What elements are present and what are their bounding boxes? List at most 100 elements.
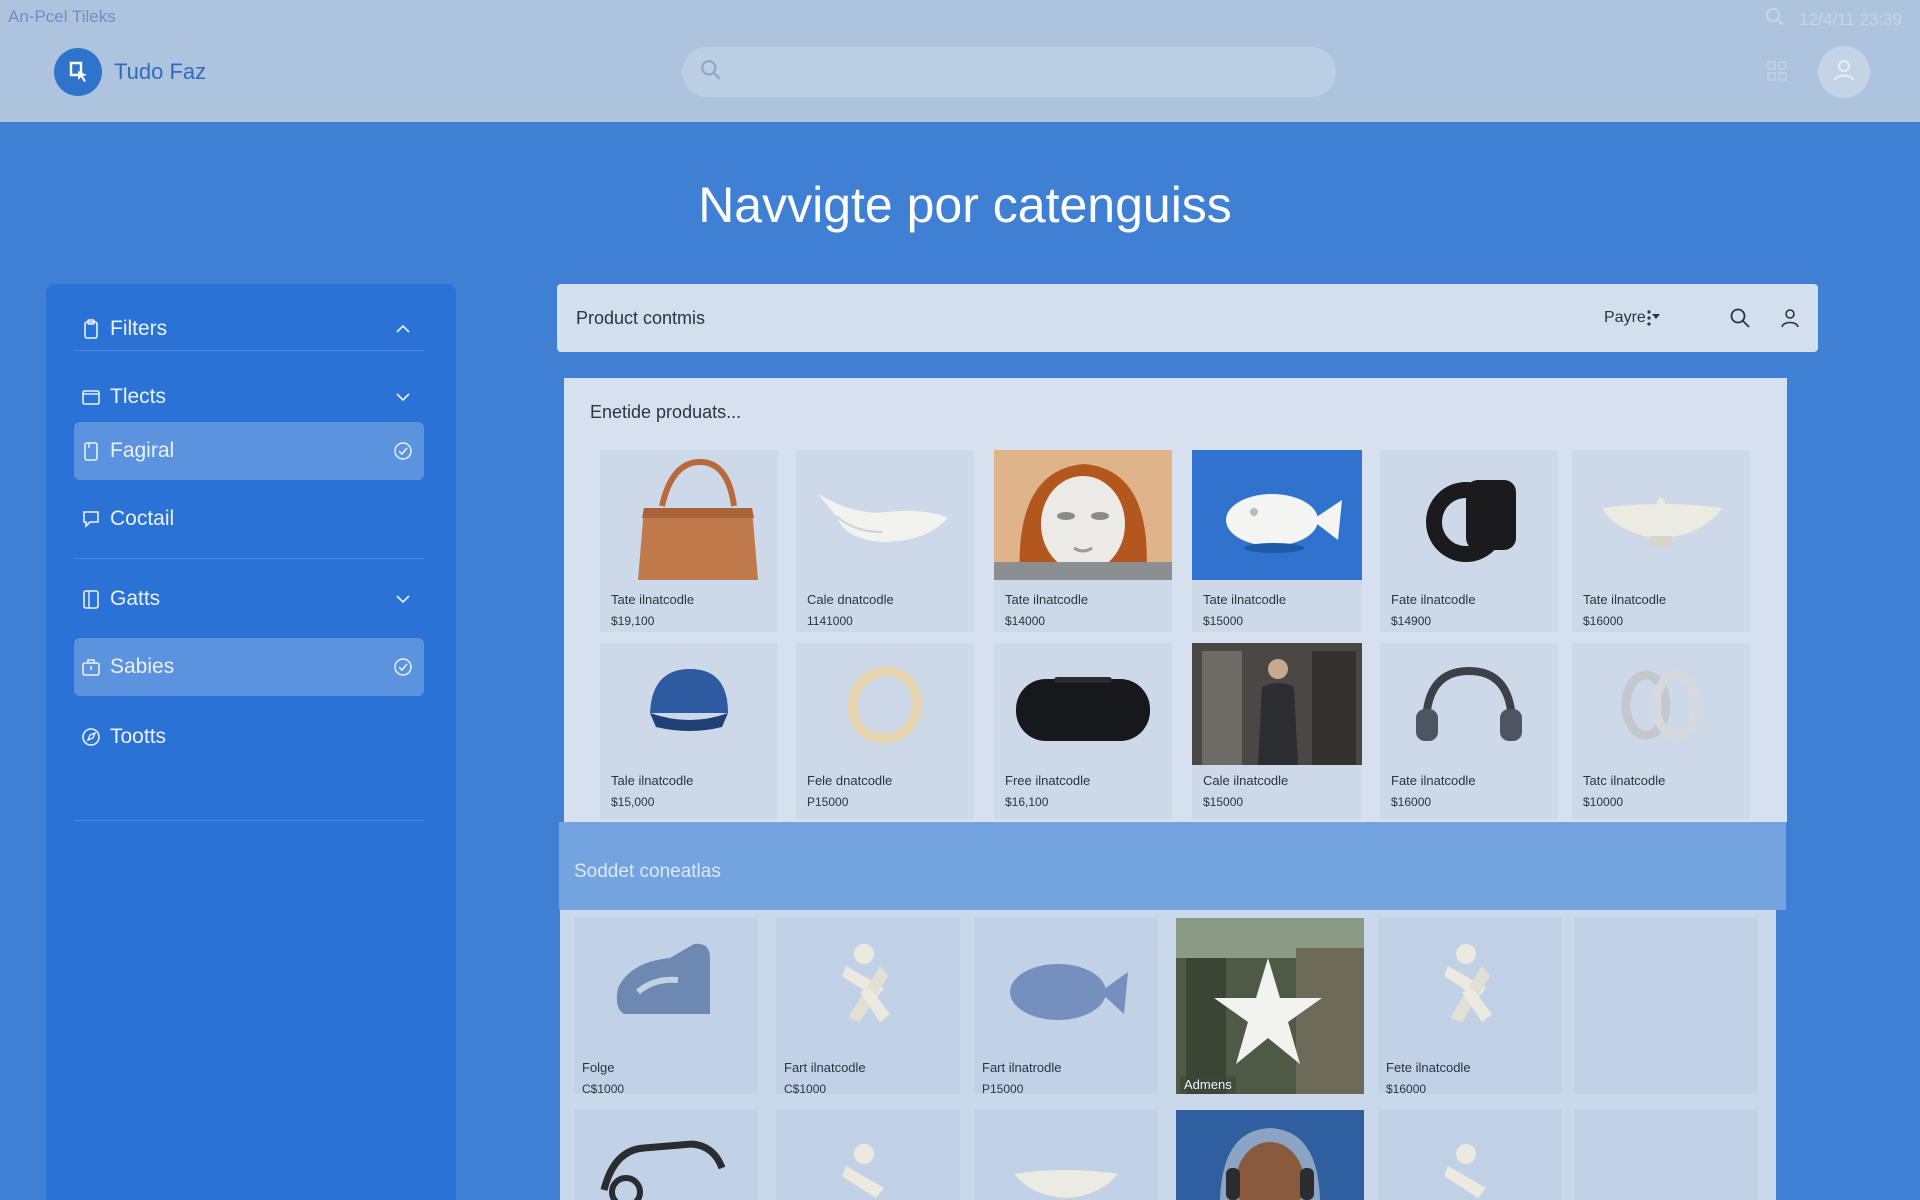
product-image-mask-face	[994, 450, 1172, 580]
sidebar-item-tlects[interactable]: Tlects	[74, 368, 424, 426]
sidebar-item-coctail[interactable]: Coctail	[74, 490, 424, 548]
chevron-down-icon[interactable]	[392, 386, 414, 408]
product-card-empty[interactable]	[1574, 1110, 1758, 1200]
sidebar-item-sabies[interactable]: Sabies	[74, 638, 424, 696]
product-image-person-photo	[1192, 643, 1362, 765]
product-name: Fete ilnatcodle	[1386, 1060, 1471, 1075]
check-circle-icon	[392, 656, 414, 678]
user-icon[interactable]	[1779, 307, 1801, 329]
divider	[74, 350, 424, 351]
global-search[interactable]	[682, 47, 1336, 97]
product-card[interactable]: Admens	[1176, 918, 1364, 1094]
image-overlay-label: Admens	[1180, 1076, 1236, 1093]
sidebar-item-label: Tlects	[110, 385, 167, 408]
sidebar-item-label: Fagiral	[110, 439, 175, 462]
avatar[interactable]	[1818, 46, 1870, 98]
product-image-speaker	[1016, 677, 1150, 741]
product-card[interactable]: Tate ilnatcodle $19,100	[600, 450, 778, 632]
book-icon	[80, 588, 102, 610]
clipboard-icon	[80, 318, 102, 340]
product-card[interactable]: Tatc ilnatcodle $10000	[1572, 643, 1750, 819]
sidebar-item-gatts[interactable]: Gatts	[74, 570, 424, 628]
product-price: $16000	[1583, 614, 1624, 628]
divider	[74, 558, 424, 559]
page-title: Navvigte por catenguiss	[698, 177, 1232, 233]
compass-icon	[80, 726, 102, 748]
product-name: Fele dnatcodle	[807, 773, 893, 788]
product-image-portrait-headphones	[1176, 1110, 1364, 1200]
more-vertical-icon[interactable]	[1638, 307, 1660, 329]
product-card[interactable]	[574, 1110, 758, 1200]
similar-panel: Folge C$1000 Fart ilnatcodle C$1000 Fart…	[560, 910, 1776, 1200]
product-price: $14900	[1391, 614, 1432, 628]
search-input[interactable]	[722, 47, 1336, 97]
user-icon	[1831, 57, 1857, 88]
product-price: $16000	[1386, 1082, 1427, 1096]
product-image-black-camera-strap	[1426, 480, 1516, 562]
product-price: C$1000	[582, 1082, 625, 1096]
product-image-gravy-boat	[818, 494, 948, 542]
search-icon[interactable]	[1765, 7, 1785, 32]
product-name: Fate ilnatcodle	[1391, 773, 1476, 788]
product-card[interactable]: Tate ilnatcodle $15000	[1192, 450, 1362, 632]
sidebar-item-label: Filters	[110, 317, 168, 340]
product-image-white-figure	[1444, 944, 1492, 1022]
system-status: 12/4/11 23:39	[1765, 7, 1902, 32]
product-card[interactable]: Fate ilnatcodle $16000	[1380, 643, 1558, 819]
product-price: P15000	[982, 1082, 1024, 1096]
product-card[interactable]: Fele dnatcodle P15000	[796, 643, 974, 819]
product-name: Tate ilnatcodle	[1005, 592, 1089, 607]
product-card[interactable]: Tate ilnatcodle $14000	[994, 450, 1172, 632]
chat-icon	[80, 508, 102, 530]
sidebar-item-label: Gatts	[110, 587, 161, 610]
product-price: C$1000	[784, 1082, 827, 1096]
product-card[interactable]: Tale ilnatcodle $15,000	[600, 643, 778, 819]
product-card[interactable]: Folge C$1000	[574, 918, 758, 1096]
product-card[interactable]: Cale ilnatcodle $15000	[1192, 643, 1362, 819]
product-card[interactable]	[974, 1110, 1158, 1200]
chevron-up-icon[interactable]	[392, 318, 414, 340]
check-circle-icon	[392, 440, 414, 462]
product-card-empty[interactable]	[1574, 918, 1758, 1094]
product-image-blue-fish	[1010, 964, 1128, 1020]
product-card[interactable]	[776, 1110, 960, 1200]
product-image-white-dish	[1014, 1170, 1118, 1198]
sidebar: Filters Tlects Fagiral Coctail Gatts Sab…	[46, 284, 456, 1200]
grid-icon[interactable]	[1766, 60, 1788, 87]
product-card[interactable]	[1176, 1110, 1364, 1200]
folder-icon	[80, 386, 102, 408]
document-icon	[80, 440, 102, 462]
product-card[interactable]	[1378, 1110, 1562, 1200]
system-clock: 12/4/11 23:39	[1799, 9, 1902, 29]
brand[interactable]: Tudo Faz	[54, 48, 206, 96]
sidebar-item-label: Tootts	[110, 725, 167, 748]
briefcase-icon	[80, 656, 102, 678]
product-price: P15000	[807, 795, 849, 809]
product-name: Tale ilnatcodle	[611, 773, 694, 788]
product-image-white-figure	[842, 1144, 884, 1198]
product-card[interactable]: Cale dnatcodle 1141000	[796, 450, 974, 632]
product-name: Tate ilnatcodle	[611, 592, 695, 607]
panel-title: Enetide produats...	[590, 402, 742, 422]
product-image-silver-rings	[1621, 670, 1701, 740]
product-price: $15000	[1203, 614, 1244, 628]
section-title: Soddet coneatlas	[574, 861, 721, 882]
product-card[interactable]: Fete ilnatcodle $16000	[1378, 918, 1562, 1096]
product-card[interactable]: Fate ilnatcodle $14900	[1380, 450, 1558, 632]
product-card[interactable]: Fart ilnatcodle C$1000	[776, 918, 960, 1096]
product-image-ceramic-fish	[1192, 450, 1362, 580]
search-icon[interactable]	[1729, 307, 1751, 329]
product-image-white-figure	[1444, 1144, 1486, 1198]
product-name: Free ilnatcodle	[1005, 773, 1091, 788]
product-card[interactable]: Tate ilnatcodle $16000	[1572, 450, 1750, 632]
sidebar-item-fagiral[interactable]: Fagiral	[74, 422, 424, 480]
product-card[interactable]: Fart ilnatrodle P15000	[974, 918, 1158, 1096]
brand-name: Tudo Faz	[114, 59, 207, 84]
chevron-down-icon[interactable]	[392, 588, 414, 610]
product-name: Cale dnatcodle	[807, 592, 894, 607]
product-card[interactable]: Free ilnatcodle $16,100	[994, 643, 1172, 819]
sidebar-item-tootts[interactable]: Tootts	[74, 708, 424, 766]
search-icon	[700, 59, 722, 86]
product-panel: Enetide produats... Tate ilnatcodle $19,…	[564, 378, 1787, 822]
product-image-handbag	[638, 458, 758, 580]
